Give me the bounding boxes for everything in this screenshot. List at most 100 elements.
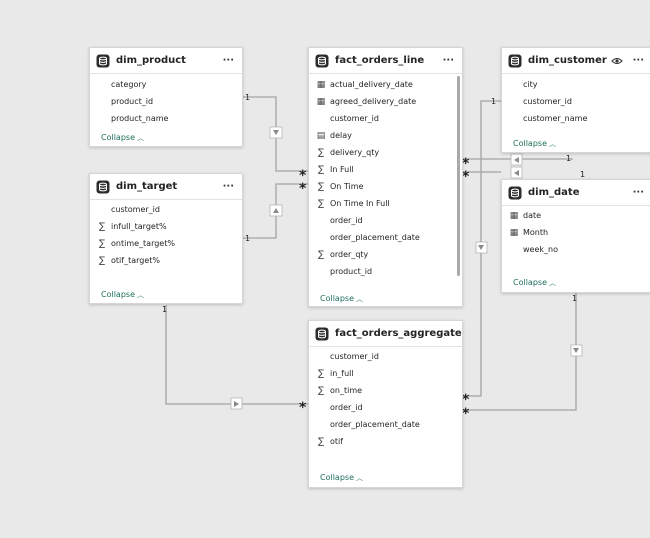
more-options-icon[interactable]: ··· <box>223 55 234 66</box>
more-options-icon[interactable]: ··· <box>633 187 644 198</box>
more-options-icon[interactable]: ··· <box>443 55 454 66</box>
cardinality-one-label: 1 <box>245 93 250 102</box>
field-row[interactable]: city <box>502 76 650 93</box>
collapse-button[interactable]: Collapse ︿ <box>513 278 556 288</box>
vertical-scrollbar[interactable] <box>457 76 460 276</box>
chevron-up-icon: ︿ <box>356 474 363 482</box>
chevron-up-icon: ︿ <box>137 134 144 142</box>
table-title: dim_date <box>528 187 580 198</box>
table-card-fact-orders-line[interactable]: fact_orders_line ··· ▦ actual_delivery_da… <box>308 47 463 307</box>
chevron-up-icon: ︿ <box>356 295 363 303</box>
field-name: agreed_delivery_date <box>330 97 417 106</box>
field-row[interactable]: ▦ agreed_delivery_date <box>309 93 462 110</box>
cardinality-one-label: 1 <box>566 154 571 163</box>
table-title: dim_customer <box>528 55 607 66</box>
chevron-up-icon: ︿ <box>549 140 556 148</box>
field-row[interactable]: order_id <box>309 212 462 229</box>
calculated-column-icon: ▤ <box>316 130 326 141</box>
table-card-dim-target[interactable]: dim_target ··· customer_id ∑ infull_targe… <box>89 173 243 304</box>
table-title: fact_orders_line <box>335 55 425 66</box>
field-row[interactable]: week_no <box>502 241 650 258</box>
field-row[interactable]: customer_name <box>502 110 650 127</box>
table-card-header[interactable]: dim_customer ··· <box>502 48 650 74</box>
field-row[interactable]: ∑ on_time <box>309 382 462 399</box>
field-name: customer_name <box>523 114 588 123</box>
calendar-icon: ▦ <box>316 96 326 107</box>
field-row[interactable]: customer_id <box>309 110 462 127</box>
table-title: dim_product <box>116 55 186 66</box>
table-icon <box>96 54 110 67</box>
field-row[interactable]: order_id <box>309 399 462 416</box>
table-title: fact_orders_aggregate <box>335 328 462 339</box>
field-row[interactable]: customer_id <box>309 348 462 365</box>
field-row[interactable]: ∑ On Time <box>309 178 462 195</box>
table-card-dim-date[interactable]: dim_date ··· ▦ date ▦ Month week_no Collap… <box>501 179 650 293</box>
eye-icon[interactable] <box>610 55 623 67</box>
field-name: date <box>523 211 542 220</box>
field-name: customer_id <box>330 352 379 361</box>
sigma-icon: ∑ <box>317 181 325 192</box>
field-row[interactable]: ▤ delay <box>309 127 462 144</box>
table-icon <box>508 186 522 199</box>
field-name: actual_delivery_date <box>330 80 413 89</box>
cardinality-many-label: * <box>299 400 307 416</box>
sigma-icon: ∑ <box>98 221 106 232</box>
collapse-button[interactable]: Collapse ︿ <box>320 294 450 304</box>
more-options-icon[interactable]: ··· <box>633 55 644 66</box>
table-card-header[interactable]: dim_date ··· <box>502 180 650 206</box>
field-row[interactable]: ∑ In Full <box>309 161 462 178</box>
table-icon <box>315 327 329 340</box>
field-row[interactable]: ∑ otif <box>309 433 462 450</box>
model-canvas[interactable]: 1 1 1 1 1 1 1 * * * * * * * dim_product … <box>0 0 650 538</box>
relationship-line-date-aggregate <box>463 293 577 411</box>
table-card-header[interactable]: fact_orders_aggregate ··· <box>309 321 462 347</box>
field-row[interactable]: ∑ order_qty <box>309 246 462 263</box>
collapse-button[interactable]: Collapse ︿ <box>513 139 556 149</box>
field-row[interactable]: ∑ otif_target% <box>90 252 242 269</box>
field-name: city <box>523 80 538 89</box>
more-options-icon[interactable]: ··· <box>223 181 234 192</box>
field-row[interactable]: customer_id <box>90 201 242 218</box>
field-row[interactable]: order_placement_date <box>309 229 462 246</box>
collapse-button[interactable]: Collapse ︿ <box>101 290 144 300</box>
field-row[interactable]: order_placement_date <box>309 416 462 433</box>
field-name: week_no <box>523 245 558 254</box>
table-card-fact-orders-aggregate[interactable]: fact_orders_aggregate ··· customer_id ∑ i… <box>308 320 463 488</box>
more-options-icon[interactable]: ··· <box>462 328 463 339</box>
table-card-dim-product[interactable]: dim_product ··· category product_id prod… <box>89 47 243 147</box>
field-row[interactable]: ∑ in_full <box>309 365 462 382</box>
field-row[interactable]: ▦ Month <box>502 224 650 241</box>
field-name: order_placement_date <box>330 233 420 242</box>
field-row[interactable]: product_id <box>90 93 242 110</box>
field-row[interactable]: customer_id <box>502 93 650 110</box>
field-row[interactable]: ∑ delivery_qty <box>309 144 462 161</box>
field-name: ontime_target% <box>111 239 175 248</box>
field-row[interactable]: product_id <box>309 263 462 280</box>
field-row[interactable]: category <box>90 76 242 93</box>
field-name: otif <box>330 437 344 446</box>
table-card-header[interactable]: fact_orders_line ··· <box>309 48 462 74</box>
cardinality-one-label: 1 <box>572 294 577 303</box>
field-name: On Time In Full <box>330 199 390 208</box>
field-row[interactable]: product_name <box>90 110 242 127</box>
calendar-icon: ▦ <box>316 79 326 90</box>
field-name: On Time <box>330 182 364 191</box>
field-row[interactable]: ∑ On Time In Full <box>309 195 462 212</box>
field-row[interactable]: ∑ infull_target% <box>90 218 242 235</box>
field-row[interactable]: ▦ date <box>502 207 650 224</box>
sigma-icon: ∑ <box>98 255 106 266</box>
sigma-icon: ∑ <box>317 436 325 447</box>
table-card-dim-customer[interactable]: dim_customer ··· city customer_id custom… <box>501 47 650 153</box>
table-card-header[interactable]: dim_target ··· <box>90 174 242 200</box>
chevron-up-icon: ︿ <box>549 279 556 287</box>
collapse-button[interactable]: Collapse ︿ <box>101 133 144 143</box>
cardinality-one-label: 1 <box>580 170 585 179</box>
cardinality-many-label: * <box>462 406 470 422</box>
field-row[interactable]: ▦ actual_delivery_date <box>309 76 462 93</box>
field-row[interactable]: ∑ ontime_target% <box>90 235 242 252</box>
field-name: product_id <box>111 97 154 106</box>
field-name: in_full <box>330 369 354 378</box>
table-card-header[interactable]: dim_product ··· <box>90 48 242 74</box>
field-name: order_id <box>330 403 363 412</box>
collapse-button[interactable]: Collapse ︿ <box>320 473 363 483</box>
